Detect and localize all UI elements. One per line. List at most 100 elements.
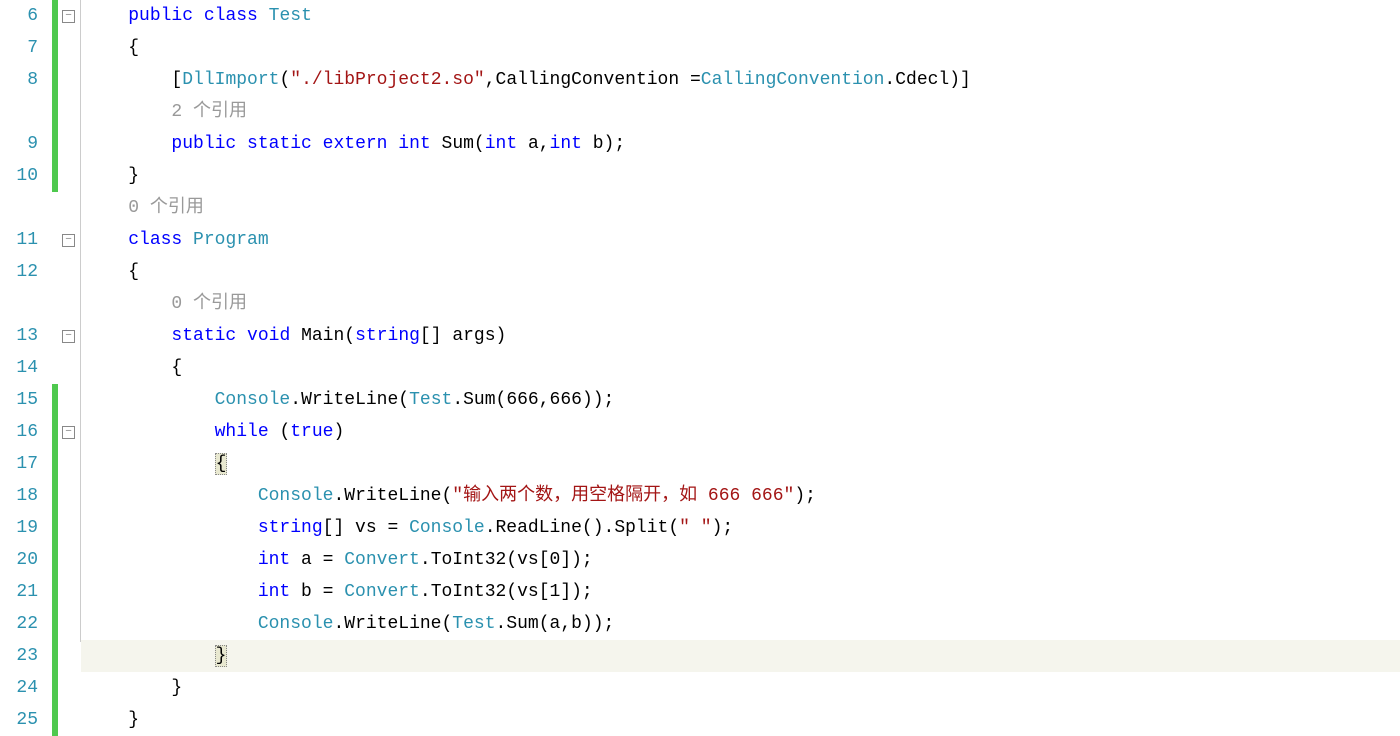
line-number [0, 96, 38, 128]
code-token: true [290, 422, 333, 442]
code-token: Convert [344, 582, 420, 602]
code-line[interactable]: { [81, 32, 1400, 64]
fold-toggle-icon[interactable]: − [62, 10, 75, 23]
code-token: public [171, 134, 236, 154]
code-line[interactable]: } [81, 160, 1400, 192]
code-token: WriteLine [344, 486, 441, 506]
code-token [236, 326, 247, 346]
fold-toggle-icon[interactable]: − [62, 234, 75, 247]
fold-toggle-icon[interactable]: − [62, 330, 75, 343]
code-token: . [333, 614, 344, 634]
code-line[interactable]: 0 个引用 [81, 288, 1400, 320]
code-token: { [128, 38, 139, 58]
code-line[interactable]: class Program [81, 224, 1400, 256]
code-token: DllImport [182, 70, 279, 90]
code-token: . [333, 486, 344, 506]
code-token: 0 个引用 [128, 198, 204, 218]
code-token: . [485, 518, 496, 538]
fold-toggle-icon[interactable]: − [62, 426, 75, 439]
code-token [387, 134, 398, 154]
line-number [0, 288, 38, 320]
code-line[interactable]: { [81, 256, 1400, 288]
code-token: void [247, 326, 290, 346]
code-line[interactable]: { [81, 448, 1400, 480]
code-token: . [496, 614, 507, 634]
code-token: Console [409, 518, 485, 538]
code-token: (vs[1]); [506, 582, 592, 602]
line-number: 12 [0, 256, 38, 288]
code-token: } [128, 710, 139, 730]
code-token: [] vs = [323, 518, 409, 538]
code-token: ( [668, 518, 679, 538]
code-token: (666,666)); [496, 390, 615, 410]
code-line[interactable]: public static extern int Sum(int a,int b… [81, 128, 1400, 160]
code-line[interactable]: int a = Convert.ToInt32(vs[0]); [81, 544, 1400, 576]
line-number: 10 [0, 160, 38, 192]
code-line[interactable]: static void Main(string[] args) [81, 320, 1400, 352]
code-token: b = [290, 582, 344, 602]
code-token: a = [290, 550, 344, 570]
code-token: int [258, 582, 290, 602]
code-line[interactable]: } [81, 672, 1400, 704]
code-token: static [171, 326, 236, 346]
code-token: { [171, 358, 182, 378]
code-token: class [128, 230, 182, 250]
line-number: 16 [0, 416, 38, 448]
fold-gutter: − − − − [60, 0, 80, 642]
code-token: static [247, 134, 312, 154]
code-line[interactable]: while (true) [81, 416, 1400, 448]
code-token: (vs[0]); [506, 550, 592, 570]
line-number: 6 [0, 0, 38, 32]
code-token: (a,b)); [539, 614, 615, 634]
line-number: 23 [0, 640, 38, 672]
line-number: 15 [0, 384, 38, 416]
code-line[interactable]: 2 个引用 [81, 96, 1400, 128]
code-token: Test [452, 614, 495, 634]
line-number: 8 [0, 64, 38, 96]
code-token: Sum [442, 134, 474, 154]
code-token: ); [794, 486, 816, 506]
code-token: ( [344, 326, 355, 346]
change-gutter [48, 0, 60, 642]
code-token: "./libProject2.so" [290, 70, 484, 90]
code-token: int [258, 550, 290, 570]
line-number: 22 [0, 608, 38, 640]
line-number: 11 [0, 224, 38, 256]
code-line[interactable]: public class Test [81, 0, 1400, 32]
code-line[interactable]: [DllImport("./libProject2.so",CallingCon… [81, 64, 1400, 96]
code-token: (). [582, 518, 614, 538]
code-token: 2 个引用 [171, 102, 247, 122]
code-token: CallingConvention [496, 70, 690, 90]
line-number: 9 [0, 128, 38, 160]
code-token: Test [269, 6, 312, 26]
line-number: 20 [0, 544, 38, 576]
code-token: ToInt32 [431, 550, 507, 570]
code-token: ReadLine [496, 518, 582, 538]
code-token: } [215, 645, 228, 667]
code-editor[interactable]: public class Test { [DllImport("./libPro… [80, 0, 1400, 642]
code-token: extern [323, 134, 388, 154]
code-line[interactable]: } [81, 640, 1400, 672]
code-line[interactable]: int b = Convert.ToInt32(vs[1]); [81, 576, 1400, 608]
code-token [193, 6, 204, 26]
code-token: Test [409, 390, 452, 410]
code-line[interactable]: Console.WriteLine(Test.Sum(666,666)); [81, 384, 1400, 416]
code-token: " " [679, 518, 711, 538]
code-line[interactable]: { [81, 352, 1400, 384]
code-line[interactable]: Console.WriteLine(Test.Sum(a,b)); [81, 608, 1400, 640]
code-token: a, [517, 134, 549, 154]
code-line[interactable]: 0 个引用 [81, 192, 1400, 224]
code-token: ( [398, 390, 409, 410]
code-line[interactable]: string[] vs = Console.ReadLine().Split("… [81, 512, 1400, 544]
code-token: Sum [506, 614, 538, 634]
code-token: "输入两个数，用空格隔开，如 666 666" [452, 486, 794, 506]
code-token: [ [171, 70, 182, 90]
code-line[interactable]: } [81, 704, 1400, 736]
code-token: WriteLine [301, 390, 398, 410]
code-token: , [485, 70, 496, 90]
code-token: Sum [463, 390, 495, 410]
code-token: ( [474, 134, 485, 154]
change-indicator [52, 0, 58, 192]
code-line[interactable]: Console.WriteLine("输入两个数，用空格隔开，如 666 666… [81, 480, 1400, 512]
code-token: 0 个引用 [171, 294, 247, 314]
